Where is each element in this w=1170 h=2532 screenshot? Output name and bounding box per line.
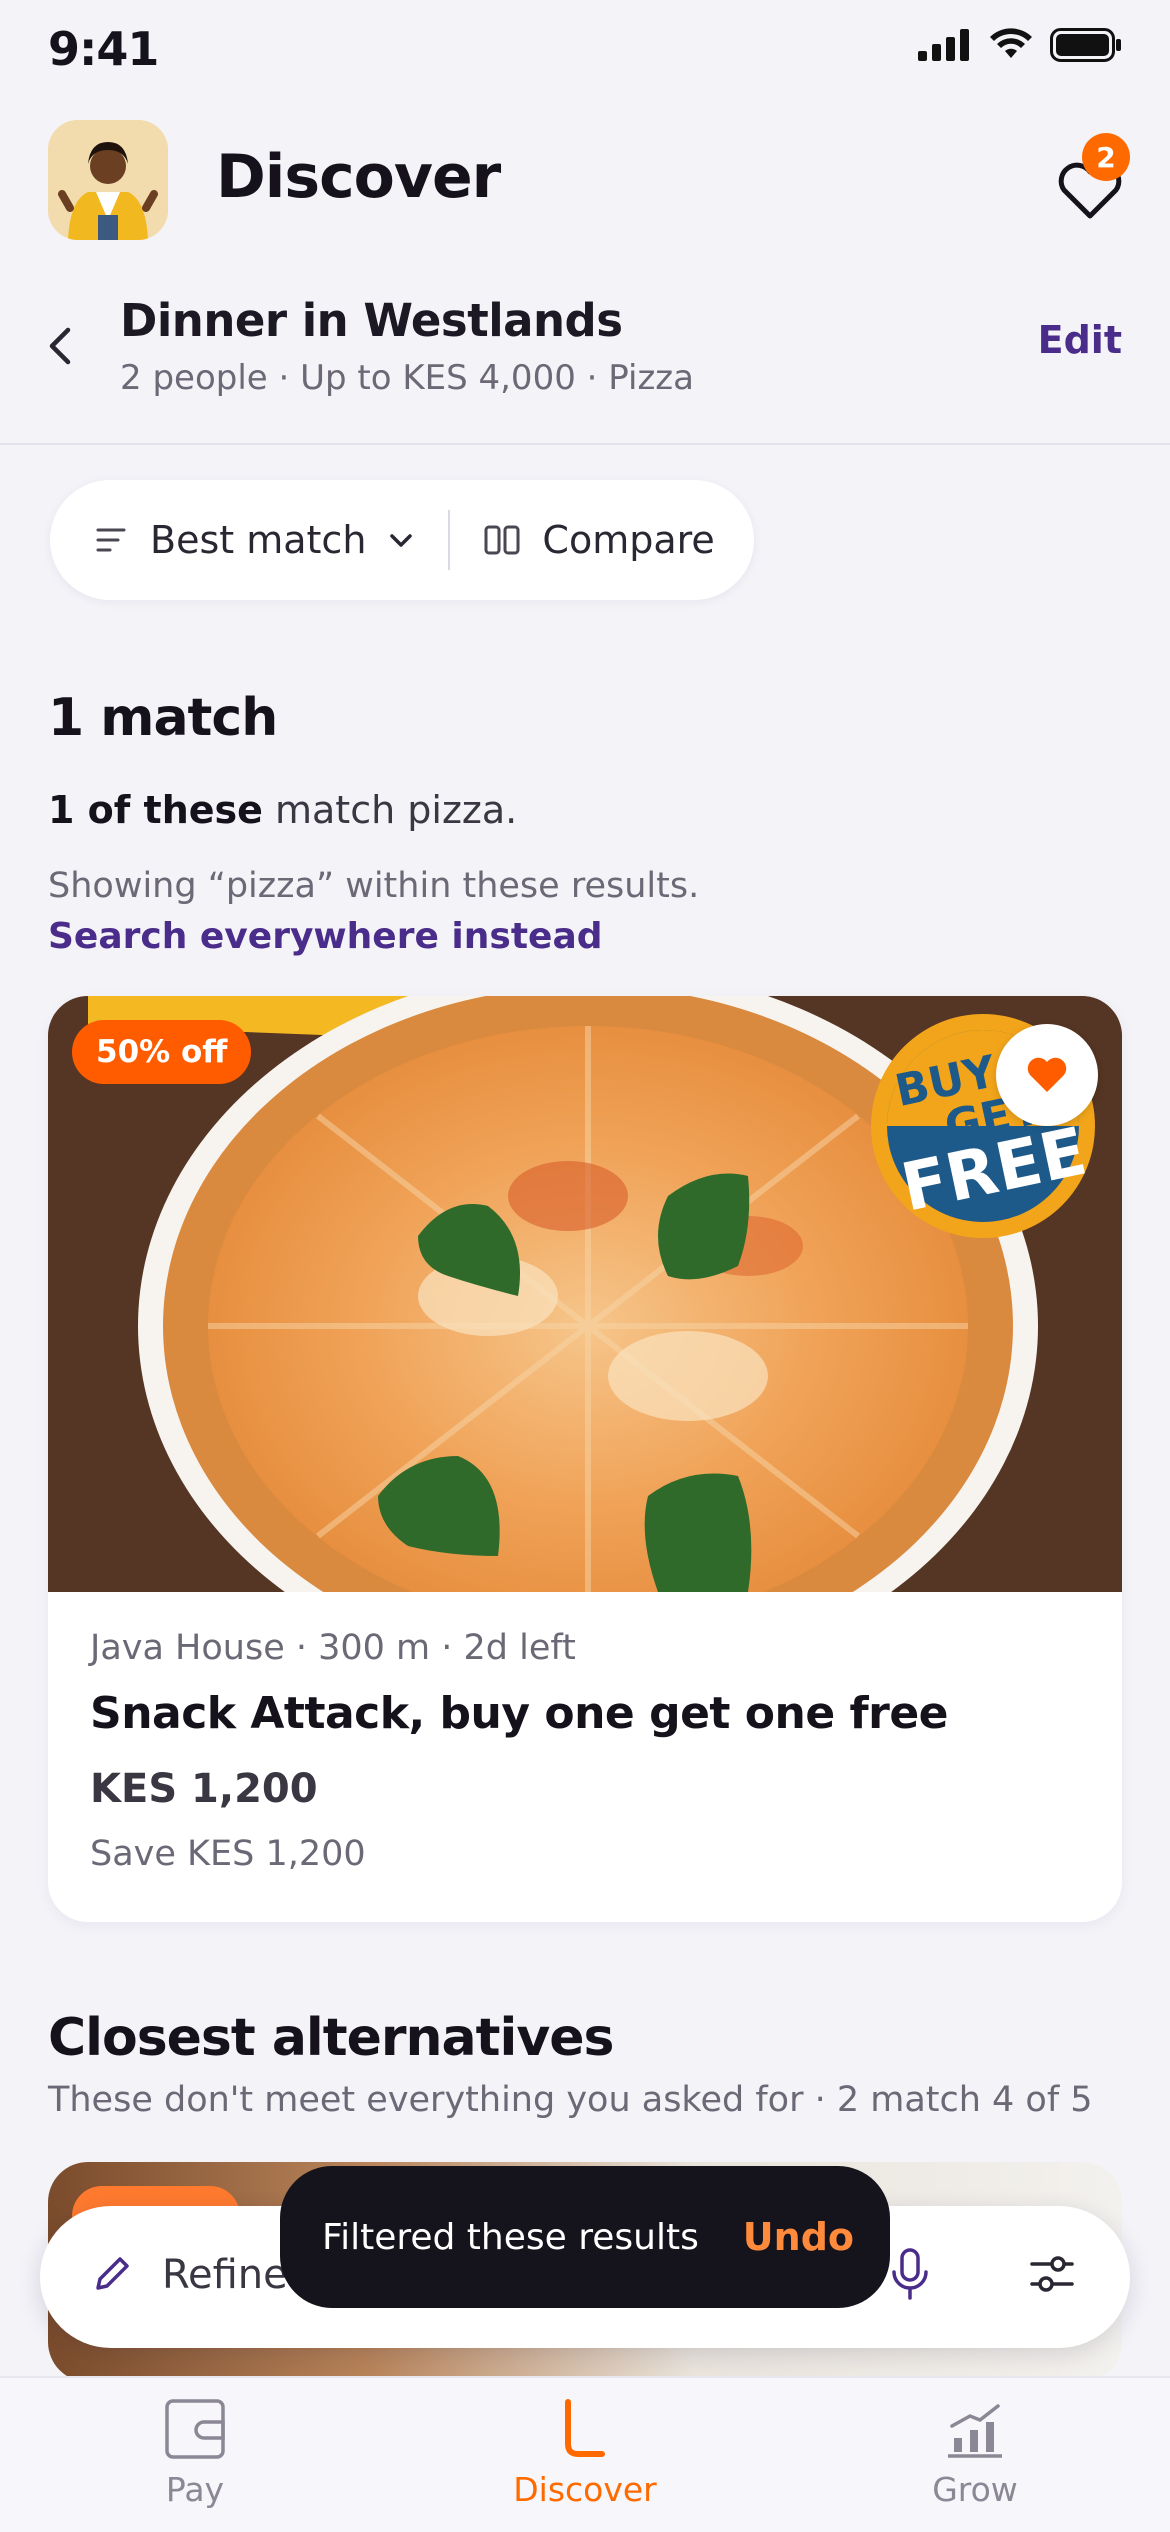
status-icons	[918, 28, 1122, 62]
match-note-bold: 1 of these	[48, 788, 263, 832]
deal-meta: Java House · 300 m · 2d left	[90, 1628, 576, 1668]
alternatives-subtitle: These don't meet everything you asked fo…	[48, 2080, 1093, 2120]
tab-discover[interactable]: Discover	[465, 2398, 705, 2509]
toast: Filtered these results Undo	[280, 2166, 890, 2308]
toast-message: Filtered these results	[322, 2216, 699, 2258]
wallet-icon	[165, 2399, 225, 2459]
tab-pay[interactable]: Pay	[75, 2398, 315, 2509]
undo-button[interactable]: Undo	[743, 2215, 854, 2259]
sort-lines-icon	[96, 528, 126, 552]
heart-filled-icon	[1027, 1057, 1067, 1092]
match-count-title: 1 match	[48, 688, 278, 748]
match-note: 1 of these match pizza.	[48, 788, 517, 832]
header-divider	[0, 443, 1170, 445]
page-title: Discover	[216, 142, 501, 212]
chevron-left-icon	[49, 327, 71, 365]
compare-columns-icon	[484, 525, 520, 555]
chevron-down-icon	[390, 534, 413, 547]
sort-label: Best match	[150, 518, 367, 562]
compare-label: Compare	[542, 518, 715, 562]
status-time: 9:41	[48, 22, 159, 76]
sort-dropdown[interactable]: Best match	[96, 518, 414, 562]
tab-grow[interactable]: Grow	[855, 2398, 1095, 2509]
refine-label: Refine	[162, 2252, 288, 2298]
compare-button[interactable]: Compare	[484, 518, 715, 562]
edit-search-button[interactable]: Edit	[1038, 318, 1122, 362]
tab-grow-label: Grow	[932, 2470, 1018, 2509]
toolbar-separator	[448, 510, 451, 570]
signal-icon	[918, 29, 969, 61]
pencil-icon	[96, 2257, 129, 2290]
sort-compare-toolbar: Best match Compare	[50, 480, 754, 600]
filter-scope-text: Showing “pizza” within these results.	[48, 866, 700, 906]
back-button[interactable]	[40, 318, 80, 374]
tab-discover-label: Discover	[513, 2470, 657, 2509]
search-context-summary: 2 people · Up to KES 4,000 · Pizza	[120, 358, 694, 398]
deal-image: BUY 1 GET FREE	[48, 996, 1122, 1592]
battery-icon	[1050, 28, 1121, 62]
alternatives-title: Closest alternatives	[48, 2008, 614, 2068]
deal-savings: Save KES 1,200	[90, 1834, 366, 1874]
save-deal-button[interactable]	[996, 1024, 1098, 1126]
wifi-icon	[990, 28, 1032, 58]
avatar-image	[48, 120, 168, 240]
tab-bar: Pay Discover Grow	[0, 2376, 1170, 2532]
deal-title: Snack Attack, buy one get one free	[90, 1688, 949, 1739]
avatar[interactable]	[48, 120, 168, 240]
growth-chart-icon	[948, 2404, 1002, 2458]
search-everywhere-link[interactable]: Search everywhere instead	[48, 916, 603, 957]
discover-icon	[565, 2399, 605, 2457]
favorites-count-badge: 2	[1082, 133, 1130, 181]
deal-price: KES 1,200	[90, 1766, 318, 1812]
search-context-title: Dinner in Westlands	[120, 294, 623, 347]
discount-badge: 50% off	[72, 1020, 252, 1084]
tab-pay-label: Pay	[165, 2470, 225, 2509]
deal-card[interactable]: BUY 1 GET FREE 50% off Java House · 300 …	[48, 996, 1122, 1922]
match-note-rest: match pizza.	[262, 788, 518, 832]
microphone-icon[interactable]	[888, 2246, 932, 2302]
filter-sliders-icon[interactable]	[1030, 2250, 1074, 2298]
